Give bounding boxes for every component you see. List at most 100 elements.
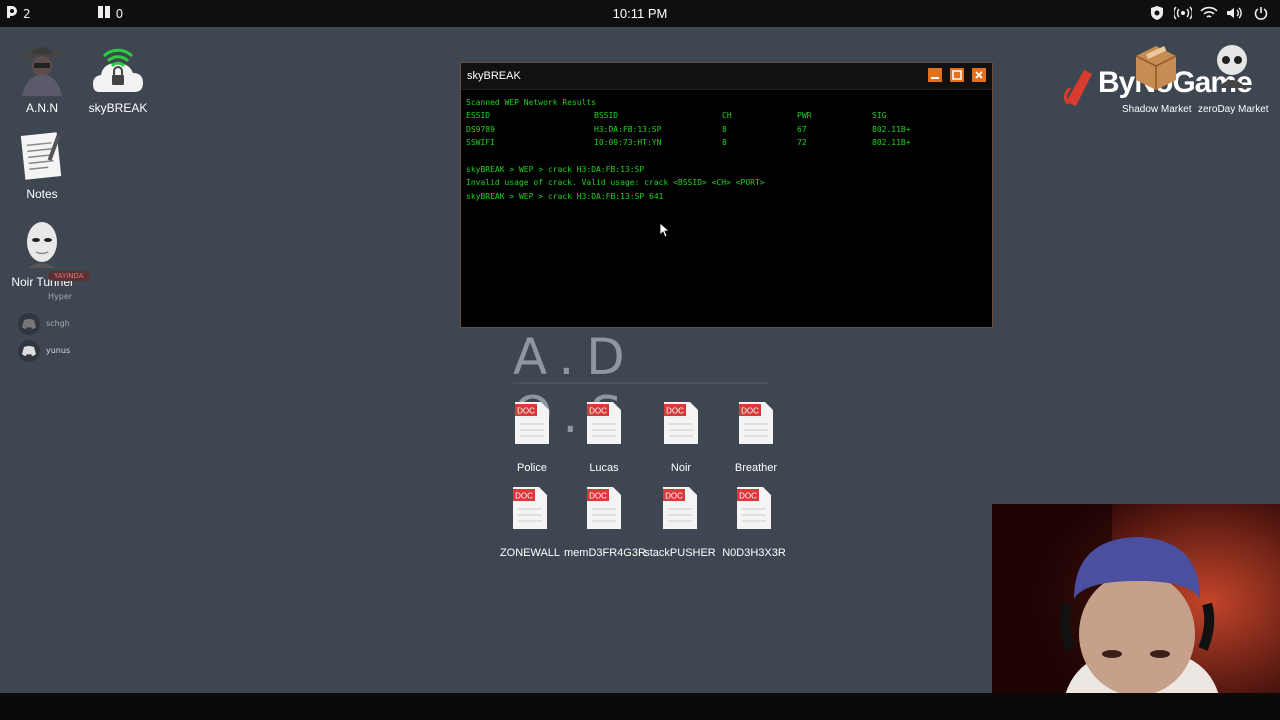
package-box-icon[interactable] xyxy=(1132,44,1180,90)
column-header: ESSID xyxy=(466,111,491,121)
document-label: ZONEWALL xyxy=(499,547,561,559)
terminal-input-line[interactable]: skyBREAK > WEP > crack H3:DA:FB:13:SP 64… xyxy=(466,190,987,203)
tray-count: 2 xyxy=(23,6,31,21)
notes-icon xyxy=(20,132,62,180)
window-titlebar[interactable]: skyBREAK xyxy=(461,63,992,90)
doc-file-icon: DOC xyxy=(737,487,771,529)
skybreak-window: skyBREAK Scanned WEP Network Results ESS… xyxy=(460,62,993,328)
document-zonewall[interactable]: DOC ZONEWALL xyxy=(490,485,570,559)
app-logo-icon xyxy=(6,5,18,22)
hacker-avatar-icon xyxy=(20,47,64,96)
zeroday-market-label[interactable]: zeroDay Market xyxy=(1198,104,1269,115)
shield-icon[interactable] xyxy=(1148,4,1166,22)
document-stackpusher[interactable]: DOC stackPUSHER xyxy=(640,485,720,559)
doc-badge: DOC xyxy=(517,407,535,416)
doc-badge: DOC xyxy=(515,492,533,501)
tray-count: 0 xyxy=(115,6,124,21)
document-breather[interactable]: DOC Breather xyxy=(716,400,796,474)
minimize-button[interactable] xyxy=(928,68,942,82)
streamer-overlay: YAYINDA Hyper schgh yunus xyxy=(18,262,90,364)
document-label: Lucas xyxy=(589,462,619,474)
wifi-icon[interactable] xyxy=(1200,4,1218,22)
shadow-market-label[interactable]: Shadow Market xyxy=(1122,104,1191,115)
essid-cell: SSWIFI xyxy=(466,138,495,148)
discord-icon xyxy=(18,312,40,335)
webcam-overlay xyxy=(992,504,1280,720)
document-police[interactable]: DOC Police xyxy=(492,400,572,474)
doc-file-icon: DOC xyxy=(663,487,697,529)
wifi-lock-icon xyxy=(93,48,143,92)
power-icon[interactable] xyxy=(1252,4,1270,22)
doc-badge: DOC xyxy=(665,492,683,501)
document-label: N0D3H3X3R xyxy=(722,547,786,559)
list-item: yunus xyxy=(18,337,90,364)
document-label: Noir xyxy=(670,462,692,474)
document-label: stackPUSHER xyxy=(644,547,716,559)
user-name: yunus xyxy=(46,346,71,355)
terminal-output[interactable]: Scanned WEP Network Results ESSID BSSID … xyxy=(461,90,992,209)
sig-cell: 802.11B+ xyxy=(872,138,911,148)
desktop-icon-label: Notes xyxy=(26,187,58,201)
document-label: Police xyxy=(517,462,547,474)
doc-badge: DOC xyxy=(739,492,757,501)
essid-cell: DS9789 xyxy=(466,124,495,134)
list-item: Hyper xyxy=(18,283,90,310)
brand-logo-icon xyxy=(1063,70,1092,106)
os-logo-underline xyxy=(513,382,769,384)
window-title: skyBREAK xyxy=(467,70,521,82)
live-badge: YAYINDA xyxy=(48,270,90,281)
table-row: SSWIFI I0:09:73:HT:YN 8 72 802.11B+ xyxy=(466,136,987,149)
table-row: DS9789 H3:DA:FB:13:SP 8 67 802.11B+ xyxy=(466,123,987,136)
mouse-cursor-icon xyxy=(659,222,671,238)
close-button[interactable] xyxy=(972,68,986,82)
clock: 10:11 PM xyxy=(612,6,668,21)
desktop-icon-notes[interactable]: Notes xyxy=(2,130,82,201)
list-item: schgh xyxy=(18,310,90,337)
column-header: SIG xyxy=(872,111,887,121)
doc-badge: DOC xyxy=(741,407,759,416)
document-noir[interactable]: DOC Noir xyxy=(641,400,721,474)
document-memd3fr4g3r[interactable]: DOC memD3FR4G3R xyxy=(564,485,646,559)
sig-cell: 802.11B+ xyxy=(872,124,911,134)
document-lucas[interactable]: DOC Lucas xyxy=(564,400,644,474)
doc-file-icon: DOC xyxy=(515,402,549,444)
doc-badge: DOC xyxy=(589,407,607,416)
book-icon xyxy=(97,5,111,22)
document-label: memD3FR4G3R xyxy=(564,547,646,559)
desktop-icon-ann[interactable]: A.N.N xyxy=(2,42,82,115)
maximize-button[interactable] xyxy=(950,68,964,82)
broadcast-icon[interactable] xyxy=(1174,4,1192,22)
bssid-cell: H3:DA:FB:13:SP xyxy=(594,124,662,134)
user-name: schgh xyxy=(46,319,70,328)
user-name: Hyper xyxy=(48,292,73,301)
ch-cell: 8 xyxy=(722,124,727,134)
top-bar: 2 0 10:11 PM xyxy=(0,0,1280,27)
document-n0d3h3x3r[interactable]: DOC N0D3H3X3R xyxy=(714,485,794,559)
tray-group-2[interactable]: 0 xyxy=(97,5,124,22)
document-label: Breather xyxy=(734,462,778,474)
desktop-icon-skybreak[interactable]: skyBREAK xyxy=(78,42,158,115)
pwr-cell: 67 xyxy=(797,124,807,134)
desktop-icon-label: skyBREAK xyxy=(88,101,148,115)
doc-badge: DOC xyxy=(589,492,607,501)
doc-badge: DOC xyxy=(666,407,684,416)
doc-file-icon: DOC xyxy=(587,402,621,444)
webcam-feed-image xyxy=(992,504,1280,720)
tray-group-1[interactable]: 2 xyxy=(6,5,31,22)
doc-file-icon: DOC xyxy=(739,402,773,444)
discord-icon xyxy=(18,339,40,362)
skull-icon[interactable] xyxy=(1210,42,1254,90)
volume-icon[interactable] xyxy=(1226,4,1244,22)
doc-file-icon: DOC xyxy=(587,487,621,529)
table-header: ESSID BSSID CH PWR SIG xyxy=(466,109,987,122)
column-header: CH xyxy=(722,111,732,121)
terminal-line: skyBREAK > WEP > crack H3:DA:FB:13:SP xyxy=(466,165,645,175)
results-heading: Scanned WEP Network Results xyxy=(466,98,597,107)
doc-file-icon: DOC xyxy=(513,487,547,529)
column-header: BSSID xyxy=(594,111,619,121)
desktop-icon-label: A.N.N xyxy=(25,101,58,115)
bssid-cell: I0:09:73:HT:YN xyxy=(594,138,662,148)
pwr-cell: 72 xyxy=(797,138,807,148)
column-header: PWR xyxy=(797,111,812,121)
terminal-line: Invalid usage of crack. Valid usage: cra… xyxy=(466,178,765,188)
